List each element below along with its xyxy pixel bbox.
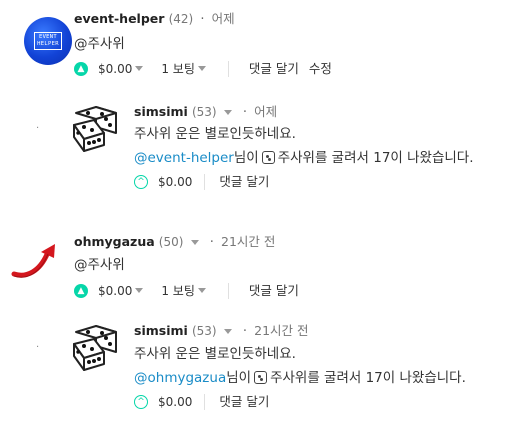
upvote-button[interactable]: ▲ — [74, 284, 88, 298]
body-text: 님이 — [233, 150, 259, 166]
author-name[interactable]: ohmygazua — [74, 234, 155, 249]
dice-icon[interactable] — [70, 322, 122, 372]
comment-body-line1: 주사위 운은 별로인듯하네요. — [134, 346, 296, 362]
separator: · — [209, 235, 214, 250]
upvote-button[interactable]: ^ — [134, 395, 148, 409]
caret-down-icon[interactable] — [197, 288, 206, 293]
chevron-up-icon: ▲ — [77, 285, 85, 296]
edit-button[interactable]: 수정 — [309, 60, 332, 78]
caret-down-icon[interactable] — [190, 239, 199, 245]
caret-down-icon[interactable] — [135, 66, 144, 71]
reply-button[interactable]: 댓글 달기 — [249, 282, 299, 300]
author-reputation: (50) — [158, 235, 184, 249]
caret-down-icon[interactable] — [223, 328, 232, 334]
comment-time[interactable]: 어제 — [254, 104, 277, 119]
caret-down-icon[interactable] — [135, 288, 144, 293]
upvote-button[interactable]: ▲ — [74, 62, 88, 76]
separator: · — [242, 324, 247, 339]
divider — [227, 61, 229, 77]
upvote-button[interactable]: ^ — [134, 175, 148, 189]
separator: · — [200, 12, 205, 27]
body-text: 주사위를 굴려서 17이 나왔습니다. — [270, 370, 466, 386]
reply-button[interactable]: 댓글 달기 — [249, 60, 299, 78]
author-reputation: (53) — [191, 105, 217, 119]
comment-time[interactable]: 21시간 전 — [254, 323, 308, 338]
thread-dot: · — [36, 123, 40, 134]
comment-body-line2: @ohmygazua님이 주사위를 굴려서 17이 나왔습니다. — [134, 368, 466, 388]
payout-value[interactable]: $0.00 — [98, 282, 132, 300]
divider — [204, 394, 206, 410]
chevron-up-icon: ^ — [137, 396, 145, 407]
body-text: 님이 — [226, 370, 252, 386]
caret-down-icon[interactable] — [223, 109, 232, 115]
dice-icon — [254, 371, 268, 384]
author-reputation: (53) — [191, 324, 217, 338]
payout-value[interactable]: $0.00 — [98, 60, 132, 78]
comment-body-line2: @event-helper님이 주사위를 굴려서 17이 나왔습니다. — [134, 148, 474, 168]
payout-value[interactable]: $0.00 — [158, 173, 192, 191]
mention-link[interactable]: @ohmygazua — [134, 370, 226, 386]
chevron-up-icon: ▲ — [77, 63, 85, 74]
caret-down-icon[interactable] — [197, 66, 206, 71]
reply-button[interactable]: 댓글 달기 — [219, 173, 269, 191]
body-text: 주사위를 굴려서 17이 나왔습니다. — [277, 150, 474, 166]
author-reputation: (42) — [168, 12, 194, 26]
comment-body-line1: 주사위 운은 별로인듯하네요. — [134, 126, 296, 142]
author-name[interactable]: simsimi — [134, 104, 188, 119]
payout-value[interactable]: $0.00 — [158, 393, 192, 411]
separator: · — [242, 105, 247, 120]
avatar[interactable]: EVENT HELPER — [24, 17, 72, 65]
thread-dot: · — [36, 342, 40, 353]
comment-time[interactable]: 21시간 전 — [221, 234, 275, 249]
avatar-logo-text: EVENT HELPER — [34, 32, 62, 50]
divider — [204, 174, 206, 190]
comment-body: @주사위 — [74, 36, 125, 52]
divider — [227, 283, 229, 299]
author-name[interactable]: event-helper — [74, 11, 164, 26]
votes-count[interactable]: 1 보팅 — [161, 282, 195, 300]
votes-count[interactable]: 1 보팅 — [161, 60, 195, 78]
dice-icon — [261, 151, 275, 164]
reply-button[interactable]: 댓글 달기 — [219, 393, 269, 411]
author-name[interactable]: simsimi — [134, 323, 188, 338]
chevron-up-icon: ^ — [137, 176, 145, 187]
red-arrow-icon[interactable] — [8, 238, 66, 282]
comment-time[interactable]: 어제 — [212, 11, 235, 26]
mention-link[interactable]: @event-helper — [134, 150, 234, 166]
dice-icon[interactable] — [70, 103, 122, 153]
comment-body: @주사위 — [74, 257, 125, 273]
